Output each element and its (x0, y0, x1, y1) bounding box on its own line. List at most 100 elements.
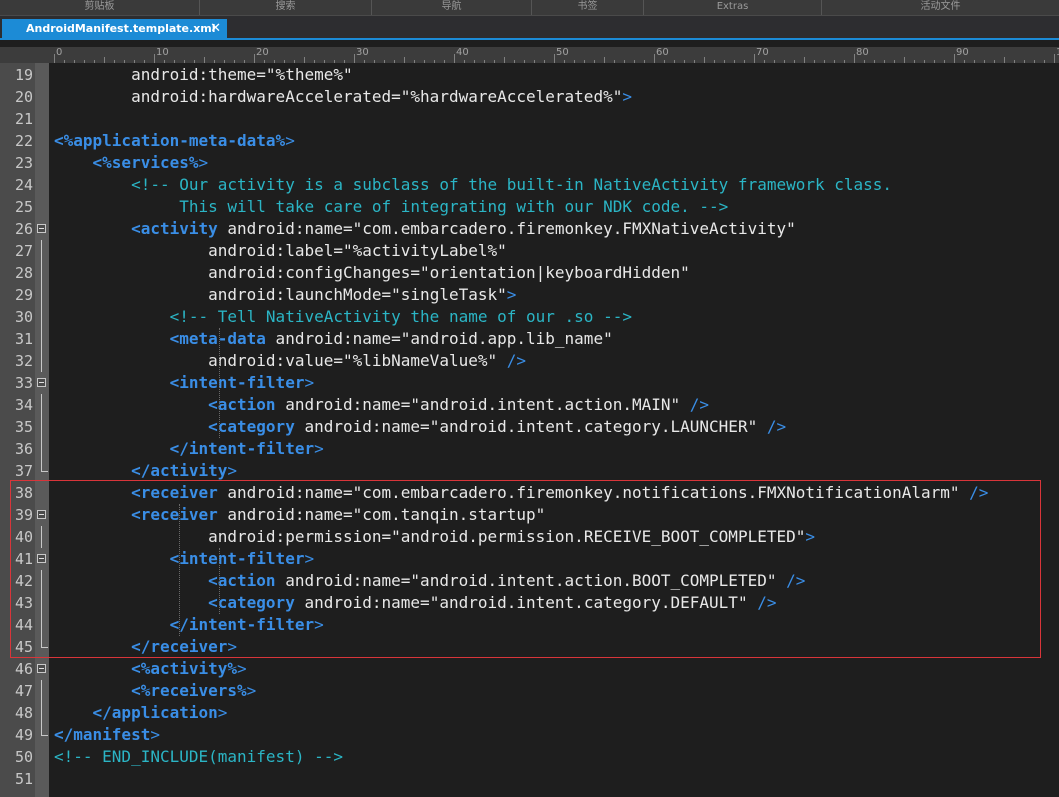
tab-label: AndroidManifest.template.xml (26, 22, 216, 35)
code-line[interactable]: 24 <!-- Our activity is a subclass of th… (0, 174, 1059, 196)
line-number: 32 (14, 352, 33, 370)
code-text: android:hardwareAccelerated="%hardwareAc… (54, 87, 632, 106)
line-number: 50 (14, 748, 33, 766)
code-text: </application> (92, 703, 228, 722)
code-text: This will take care of integrating with … (54, 197, 729, 216)
code-line[interactable]: 49 </manifest> (0, 724, 1059, 746)
line-number: 29 (14, 286, 33, 304)
fold-line-icon (41, 438, 42, 460)
code-line[interactable]: 19 android:theme="%theme%" (0, 64, 1059, 86)
ruler-label: 10 (156, 47, 169, 58)
code-line[interactable]: 36 </intent-filter> (0, 438, 1059, 460)
code-line[interactable]: 30 <!-- Tell NativeActivity the name of … (0, 306, 1059, 328)
line-number: 25 (14, 198, 33, 216)
fold-line-icon (41, 328, 42, 350)
fold-toggle-icon[interactable] (37, 378, 46, 387)
fold-end-icon (41, 460, 48, 472)
ruler-tick (1054, 54, 1055, 63)
code-line[interactable]: 20 android:hardwareAccelerated="%hardwar… (0, 86, 1059, 108)
line-number: 23 (14, 154, 33, 172)
tab-androidmanifest-template[interactable]: AndroidManifest.template.xml ✕ (2, 19, 227, 38)
ruler-tick (554, 54, 555, 63)
line-number: 37 (14, 462, 33, 480)
ruler-tick (54, 54, 55, 63)
code-line[interactable]: 29 android:launchMode="singleTask"> (0, 284, 1059, 306)
code-line[interactable]: 33 <intent-filter> (0, 372, 1059, 394)
code-text: <!-- Tell NativeActivity the name of our… (169, 307, 632, 326)
code-line[interactable]: 48 </application> (0, 702, 1059, 724)
code-text: <%application-meta-data%> (54, 131, 295, 150)
fold-line-icon (41, 416, 42, 438)
ruler-tick (254, 54, 255, 63)
fold-line-icon (41, 350, 42, 372)
code-line[interactable]: 31 <meta-data android:name="android.app.… (0, 328, 1059, 350)
code-line[interactable]: 50 <!-- END_INCLUDE(manifest) --> (0, 746, 1059, 768)
line-number: 21 (14, 110, 33, 128)
code-line[interactable]: 34 <action android:name="android.intent.… (0, 394, 1059, 416)
code-line[interactable]: 51 (0, 768, 1059, 790)
fold-line-icon (41, 702, 42, 724)
code-text: <%activity%> (131, 659, 247, 678)
line-number: 30 (14, 308, 33, 326)
line-number: 46 (14, 660, 33, 678)
ruler-label: 50 (556, 47, 569, 58)
fold-line-icon (41, 284, 42, 306)
ruler-corner (0, 47, 36, 63)
line-number: 19 (14, 66, 33, 84)
code-line[interactable]: 27 android:label="%activityLabel%" (0, 240, 1059, 262)
fold-line-icon (41, 240, 42, 262)
fold-line-icon (41, 680, 42, 702)
line-number: 22 (14, 132, 33, 150)
code-line[interactable]: 23 <%services%> (0, 152, 1059, 174)
fold-toggle-icon[interactable] (37, 664, 46, 673)
code-line[interactable]: 47 <%receivers%> (0, 680, 1059, 702)
ruler-label: 90 (956, 47, 969, 58)
ruler-tick (754, 54, 755, 63)
close-icon[interactable]: ✕ (210, 19, 221, 38)
code-text: <%receivers%> (131, 681, 257, 700)
code-text: <!-- END_INCLUDE(manifest) --> (54, 747, 343, 766)
code-line[interactable]: 35 <category android:name="android.inten… (0, 416, 1059, 438)
ribbon-group-extras[interactable]: Extras (644, 0, 822, 15)
code-line[interactable]: 21 (0, 108, 1059, 130)
fold-line-icon (41, 394, 42, 416)
code-text: android:label="%activityLabel%" (54, 241, 507, 260)
ruler-label: 0 (56, 47, 63, 58)
code-line[interactable]: 25 This will take care of integrating wi… (0, 196, 1059, 218)
ribbon-group-active-file[interactable]: 活动文件 (822, 0, 1059, 15)
ribbon-group-navigation[interactable]: 导航 (372, 0, 532, 15)
code-text: android:theme="%theme%" (54, 65, 353, 84)
code-text: android:value="%libNameValue%" /> (54, 351, 527, 370)
code-text: </intent-filter> (169, 439, 324, 458)
line-number: 36 (14, 440, 33, 458)
ribbon-group-clipboard[interactable]: 剪贴板 (0, 0, 200, 15)
code-text: <category android:name="android.intent.c… (208, 417, 787, 436)
ruler-label: 40 (456, 47, 469, 58)
ruler-label: 80 (856, 47, 869, 58)
ruler-label: 60 (656, 47, 669, 58)
ruler-label: 30 (356, 47, 369, 58)
line-number: 47 (14, 682, 33, 700)
line-number: 28 (14, 264, 33, 282)
column-ruler: 0102030405060708090100 (36, 47, 1059, 63)
line-number: 49 (14, 726, 33, 744)
code-line[interactable]: 32 android:value="%libNameValue%" /> (0, 350, 1059, 372)
code-line[interactable]: 26 <activity android:name="com.embarcade… (0, 218, 1059, 240)
code-line[interactable]: 22 <%application-meta-data%> (0, 130, 1059, 152)
fold-toggle-icon[interactable] (37, 224, 46, 233)
ribbon-group-bar: 剪贴板 搜索 导航 书签 Extras 活动文件 (0, 0, 1059, 16)
code-text: </activity> (131, 461, 238, 480)
ribbon-group-bookmarks[interactable]: 书签 (532, 0, 644, 15)
code-line[interactable]: 28 android:configChanges="orientation|ke… (0, 262, 1059, 284)
indent-guide (219, 328, 221, 438)
code-line[interactable]: 46 <%activity%> (0, 658, 1059, 680)
fold-line-icon (41, 306, 42, 328)
ribbon-group-search[interactable]: 搜索 (200, 0, 372, 15)
line-number: 31 (14, 330, 33, 348)
code-line[interactable]: 37 </activity> (0, 460, 1059, 482)
ruler-tick (454, 54, 455, 63)
code-text: <meta-data android:name="android.app.lib… (169, 329, 613, 348)
code-text: </manifest> (54, 725, 160, 744)
ruler-tick (354, 54, 355, 63)
line-number: 26 (14, 220, 33, 238)
